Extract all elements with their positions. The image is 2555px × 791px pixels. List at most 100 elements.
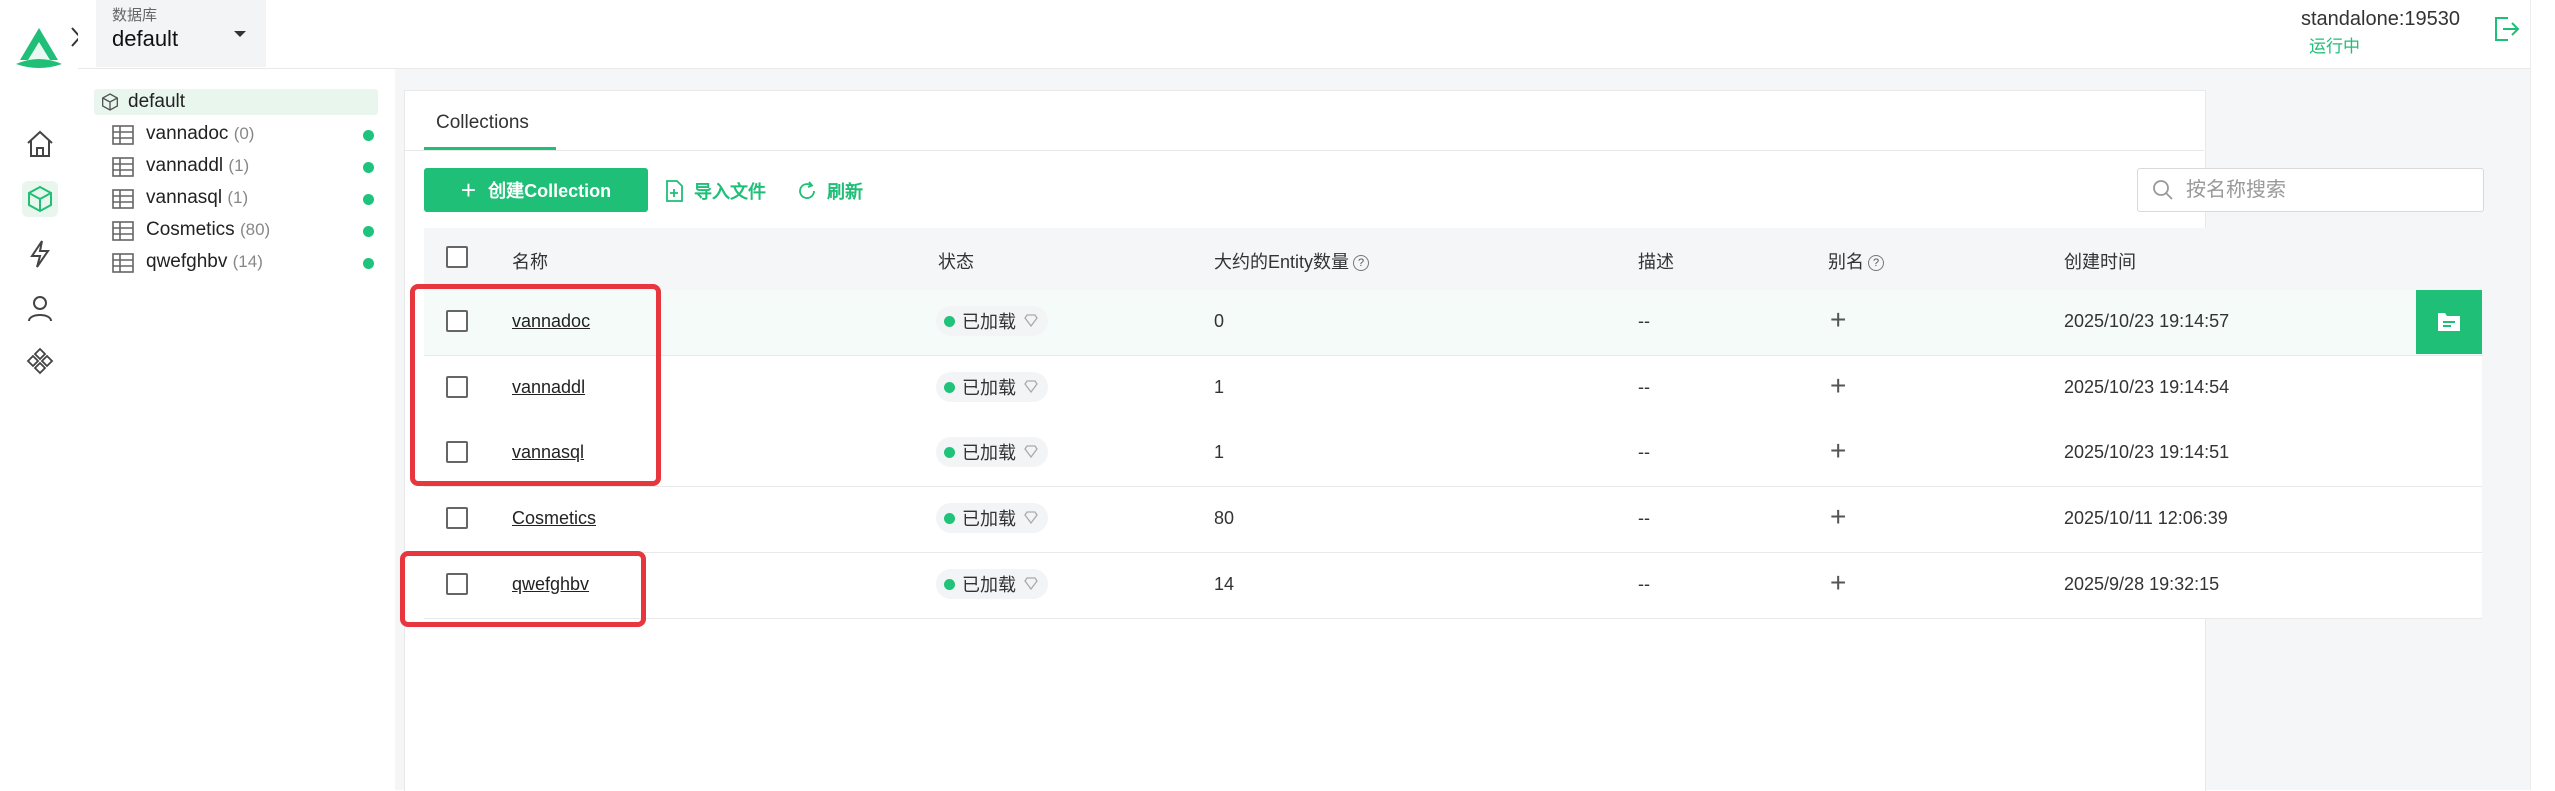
database-selector[interactable]: 数据库 default — [96, 0, 266, 67]
select-all-checkbox[interactable] — [446, 246, 468, 268]
loaded-status-dot — [944, 578, 955, 590]
collection-tree: default vannadoc (0) vannaddl (1) vannas… — [78, 69, 396, 790]
header-entity-count-label: 大约的Entity数量 — [1214, 252, 1350, 272]
row-action-button[interactable] — [2416, 290, 2482, 354]
plus-icon: + — [460, 175, 477, 205]
search-icon — [2152, 179, 2174, 206]
entity-count: 1 — [1214, 377, 1225, 397]
help-icon[interactable]: ? — [1868, 255, 1884, 271]
tree-item-count: (80) — [239, 220, 271, 239]
loaded-status-dot — [363, 130, 374, 141]
row-checkbox[interactable] — [446, 507, 468, 529]
created-time: 2025/10/23 19:14:57 — [2064, 311, 2230, 331]
add-alias-icon[interactable]: + — [1830, 569, 1846, 597]
header-entity-count[interactable]: 大约的Entity数量? — [1214, 248, 1370, 274]
tree-item-label: vannadoc — [146, 123, 229, 144]
diamond-icon — [1024, 508, 1038, 529]
tree-item-vannadoc[interactable]: vannadoc (0) — [112, 121, 374, 149]
header-alias-label: 别名 — [1828, 252, 1864, 272]
loaded-status-dot — [363, 258, 374, 269]
table-row[interactable]: vannasql 已加载 1 -- + 2025/10/23 19:14:51 — [424, 421, 2482, 487]
status-badge[interactable]: 已加载 — [936, 437, 1048, 467]
created-time: 2025/10/23 19:14:54 — [2064, 377, 2230, 397]
import-file-button[interactable]: 导入文件 — [664, 178, 766, 204]
header-status[interactable]: 状态 — [938, 248, 974, 274]
header-name[interactable]: 名称 — [512, 248, 548, 274]
create-collection-button[interactable]: + 创建Collection — [424, 168, 648, 212]
scrollbar[interactable] — [2530, 0, 2555, 790]
document-icon — [2438, 313, 2460, 331]
user-icon[interactable] — [22, 290, 58, 326]
loaded-status-dot — [363, 226, 374, 237]
diamond-icon — [1024, 442, 1038, 463]
status-label: 已加载 — [962, 575, 1016, 595]
status-badge[interactable]: 已加载 — [936, 503, 1048, 533]
tree-root-label: default — [128, 91, 186, 112]
table-row[interactable]: qwefghbv 已加载 14 -- + 2025/9/28 19:32:15 — [424, 553, 2482, 619]
help-icon[interactable]: ? — [1353, 255, 1370, 271]
entity-count: 14 — [1214, 574, 1235, 594]
table-row[interactable]: vannadoc 已加载 0 -- + 2025/10/23 19:14:57 — [424, 290, 2482, 356]
status-label: 已加载 — [962, 509, 1016, 529]
tree-item-count: (14) — [232, 252, 263, 271]
add-alias-icon[interactable]: + — [1830, 503, 1846, 531]
add-alias-icon[interactable]: + — [1830, 306, 1846, 334]
collection-name-link[interactable]: Cosmetics — [512, 508, 596, 529]
tab-collections[interactable]: Collections — [436, 112, 529, 134]
status-badge[interactable]: 已加载 — [936, 372, 1048, 402]
database-cube-icon[interactable] — [22, 181, 58, 217]
tree-item-cosmetics[interactable]: Cosmetics (80) — [112, 217, 374, 245]
tree-item-count: (1) — [227, 188, 249, 207]
tree-item-label: vannaddl — [146, 155, 224, 176]
import-file-label: 导入文件 — [694, 182, 766, 202]
header-alias: 别名? — [1828, 248, 1884, 274]
search-input[interactable] — [2184, 169, 2478, 211]
entity-count: 0 — [1214, 311, 1225, 331]
caret-down-icon — [232, 26, 248, 44]
description: -- — [1638, 377, 1650, 397]
description: -- — [1638, 508, 1650, 528]
header-created[interactable]: 创建时间 — [2064, 248, 2136, 274]
header-description: 描述 — [1638, 252, 1674, 272]
table-icon — [112, 220, 134, 247]
database-label: 数据库 — [112, 7, 158, 24]
status-label: 已加载 — [962, 443, 1016, 463]
loaded-status-dot — [363, 194, 374, 205]
tree-item-count: (0) — [233, 124, 255, 143]
status-label: 已加载 — [962, 378, 1016, 398]
refresh-label: 刷新 — [827, 182, 863, 202]
milvus-logo[interactable] — [14, 26, 64, 75]
loaded-status-dot — [944, 381, 955, 393]
plugins-icon[interactable] — [22, 344, 58, 380]
loaded-status-dot — [944, 512, 955, 524]
status-badge[interactable]: 已加载 — [936, 306, 1048, 336]
add-alias-icon[interactable]: + — [1830, 437, 1846, 465]
table-row[interactable]: Cosmetics 已加载 80 -- + 2025/10/11 12:06:3… — [424, 487, 2482, 553]
tree-item-label: Cosmetics — [146, 219, 235, 240]
tree-item-count: (1) — [228, 156, 250, 175]
search-box[interactable] — [2137, 168, 2484, 212]
diamond-icon — [1024, 574, 1038, 595]
tree-root-default[interactable]: default — [94, 89, 378, 115]
logout-icon[interactable] — [2491, 14, 2521, 49]
lightning-icon[interactable] — [22, 236, 58, 272]
home-icon[interactable] — [22, 126, 58, 162]
status-label: 已加载 — [962, 312, 1016, 332]
description: -- — [1638, 574, 1650, 594]
loaded-status-dot — [944, 446, 955, 458]
tree-item-vannasql[interactable]: vannasql (1) — [112, 185, 374, 213]
tree-item-label: vannasql — [146, 187, 223, 208]
highlight-box — [400, 551, 646, 627]
highlight-box — [410, 284, 661, 486]
import-file-icon — [666, 180, 683, 202]
table-row[interactable]: vannaddl 已加载 1 -- + 2025/10/23 19:14:54 — [424, 356, 2482, 422]
refresh-button[interactable]: 刷新 — [797, 178, 863, 204]
create-collection-label: 创建Collection — [488, 181, 612, 201]
add-alias-icon[interactable]: + — [1830, 372, 1846, 400]
top-header — [78, 0, 2555, 69]
tree-item-vannaddl[interactable]: vannaddl (1) — [112, 153, 374, 181]
entity-count: 1 — [1214, 442, 1225, 462]
loaded-status-dot — [363, 162, 374, 173]
tree-item-qwefghbv[interactable]: qwefghbv (14) — [112, 249, 374, 277]
status-badge[interactable]: 已加载 — [936, 569, 1048, 599]
